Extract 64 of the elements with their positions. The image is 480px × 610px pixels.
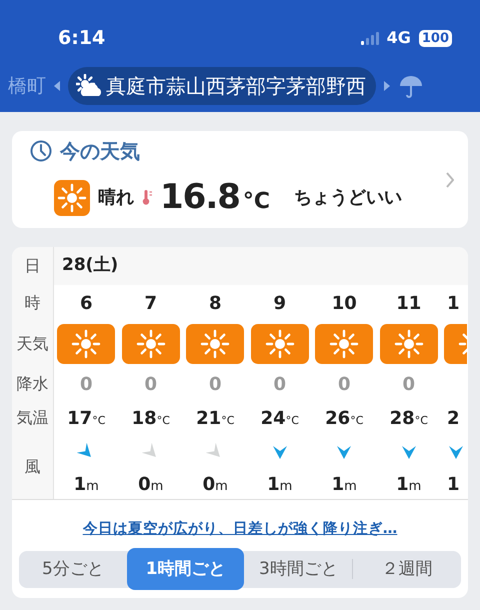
sunny-icon [54, 180, 90, 216]
wind-speed: 0m [202, 472, 228, 496]
hour-label: 1 [447, 292, 460, 316]
temperature-value: 18°C [132, 406, 170, 430]
sunny-icon [186, 324, 244, 364]
chevron-right-icon [446, 172, 454, 188]
precipitation-value: 0 [338, 372, 351, 396]
temperature-value: 21°C [196, 406, 234, 430]
temperature-value: 24°C [260, 406, 299, 430]
sunny-icon [380, 324, 438, 364]
current-weather-card[interactable]: 今の天気 晴れ 16.8°C ちょうどいい [12, 131, 468, 228]
precipitation-value: 0 [144, 372, 158, 396]
row-label: 降水 [16, 373, 48, 395]
sunny-icon [250, 324, 309, 364]
hour-label: 11 [396, 292, 422, 316]
sunny-icon [315, 324, 374, 364]
precipitation-value: 0 [402, 372, 416, 396]
caret-right-icon [384, 81, 390, 91]
comfort-text: ちょうどいい [294, 186, 402, 210]
sunny-icon [122, 324, 180, 364]
precipitation-value: 0 [208, 372, 222, 396]
interval-tab[interactable]: ２週間 [353, 550, 461, 588]
temperature-value: 16.8 [160, 176, 240, 219]
wind-speed: 0m [138, 472, 164, 496]
row-label: 風 [24, 456, 40, 478]
umbrella-icon [398, 74, 424, 98]
summary-link[interactable]: 今日は夏空が広がり、日差しが強く降り注ぎ… [82, 521, 398, 537]
hour-label: 10 [332, 292, 357, 316]
hour-label: 7 [144, 292, 158, 316]
condition-text: 晴れ [98, 186, 134, 210]
battery-indicator: 100 [418, 30, 452, 46]
date-label: 28(土) [62, 254, 118, 278]
clock-time: 6:14 [58, 26, 106, 51]
interval-tab[interactable]: 5分ごと [19, 550, 127, 588]
wind-speed: 1m [332, 472, 357, 496]
hour-label: 6 [80, 292, 93, 316]
temperature-value: 28°C [390, 406, 428, 430]
sunny-icon [57, 324, 116, 364]
interval-tab[interactable]: 3時間ごと [244, 550, 352, 588]
temperature-value: 2 [447, 406, 460, 430]
hour-label: 8 [208, 292, 222, 316]
clock-icon [30, 140, 52, 162]
interval-tab[interactable]: 1時間ごと [126, 548, 244, 590]
wind-speed: 1 [447, 472, 460, 496]
caret-left-icon [54, 81, 60, 91]
thermometer-icon [142, 190, 152, 205]
sun-cloud-icon [76, 74, 102, 98]
row-label: 日 [24, 255, 40, 277]
network-label: 4G [386, 27, 411, 49]
wind-speed: 1m [396, 472, 422, 496]
row-label: 天気 [16, 333, 48, 355]
wind-speed: 1m [74, 472, 99, 496]
location-selector[interactable]: 真庭市蒜山西茅部字茅部野西 [68, 67, 376, 105]
temperature-unit: °C [242, 188, 270, 216]
precipitation-value: 0 [273, 372, 286, 396]
row-label: 気温 [16, 407, 48, 429]
section-title: 今の天気 [60, 138, 140, 165]
temperature-value: 17°C [67, 406, 106, 430]
temperature-value: 26°C [325, 406, 364, 430]
hour-label: 9 [273, 292, 286, 316]
precipitation-value: 0 [80, 372, 93, 396]
signal-icon [360, 32, 379, 44]
row-label: 時 [24, 292, 40, 314]
wind-speed: 1m [267, 472, 292, 496]
